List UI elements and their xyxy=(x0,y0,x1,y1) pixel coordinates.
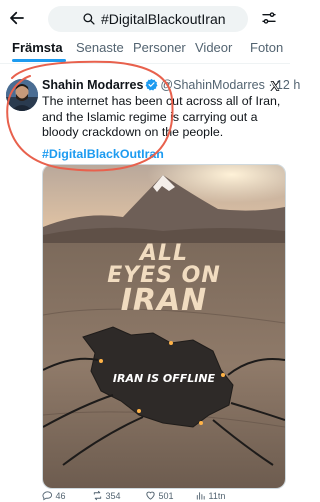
reply-button[interactable]: 46 xyxy=(42,490,66,501)
top-bar: #DigitalBlackoutIran xyxy=(0,0,290,36)
tweet-actions: 46 354 501 11tn xyxy=(42,490,287,502)
filter-sliders-icon[interactable] xyxy=(261,10,277,26)
author-handle[interactable]: @ShahinModarres xyxy=(160,78,264,92)
reply-icon xyxy=(42,491,53,501)
avatar-photo xyxy=(6,79,38,111)
tab-photos[interactable]: Foton xyxy=(250,40,283,55)
like-button[interactable]: 501 xyxy=(145,490,174,501)
search-input[interactable]: #DigitalBlackoutIran xyxy=(48,6,248,32)
tweet-header: Shahin Modarres @ShahinModarres · 12 h xyxy=(42,78,300,94)
repost-button[interactable]: 354 xyxy=(92,490,121,501)
tab-latest[interactable]: Senaste xyxy=(76,40,124,55)
like-icon xyxy=(146,491,155,500)
search-icon xyxy=(83,13,95,25)
avatar[interactable] xyxy=(6,79,38,111)
repost-icon xyxy=(93,490,102,501)
poster-artwork xyxy=(43,165,285,488)
tweet-text: The internet has been cut across all of … xyxy=(42,94,281,139)
tweet-image[interactable]: ALL EYES ON IRAN IRAN IS OFFLINE xyxy=(42,164,286,489)
tab-people[interactable]: Personer xyxy=(133,40,186,55)
verified-icon xyxy=(145,78,158,91)
views-icon xyxy=(196,492,205,500)
tab-videos[interactable]: Videor xyxy=(195,40,232,55)
author-name[interactable]: Shahin Modarres xyxy=(42,78,143,92)
active-tab-indicator xyxy=(12,59,66,62)
x-logo-icon xyxy=(270,81,280,91)
poster-caption: IRAN IS OFFLINE xyxy=(112,372,216,385)
views-button[interactable]: 11tn xyxy=(195,490,225,501)
hashtag-link[interactable]: #DigitalBlackOutIran xyxy=(42,147,164,161)
poster-title-line3: IRAN xyxy=(120,283,208,318)
search-tabs: Främsta Senaste Personer Videor Foton xyxy=(0,36,290,64)
back-arrow-icon[interactable] xyxy=(8,9,26,27)
search-query-text: #DigitalBlackoutIran xyxy=(101,11,226,27)
tab-top[interactable]: Främsta xyxy=(12,40,63,55)
